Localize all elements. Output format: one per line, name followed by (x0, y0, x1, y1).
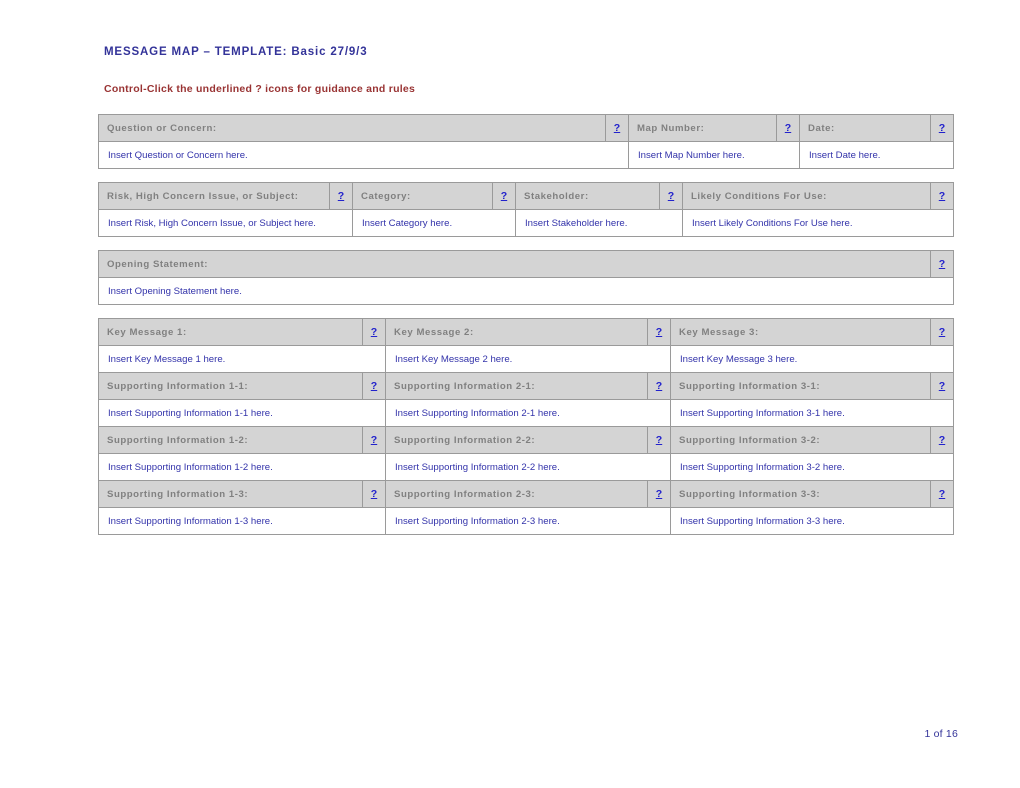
help-icon[interactable]: ? (930, 250, 954, 278)
field-value-supporting-information-1-3[interactable]: Insert Supporting Information 1-3 here. (98, 507, 386, 535)
field-value-risk-high-concern-issue-or-subject[interactable]: Insert Risk, High Concern Issue, or Subj… (98, 209, 353, 237)
field-value-opening-statement[interactable]: Insert Opening Statement here. (98, 277, 954, 305)
table-row: Insert Opening Statement here. (98, 277, 954, 305)
table-row: Key Message 1: ? Key Message 2: ? Key Me… (98, 318, 954, 346)
document-page: MESSAGE MAP – TEMPLATE: Basic 27/9/3 Con… (0, 0, 1020, 788)
field-label-risk-high-concern-issue-or-subject: Risk, High Concern Issue, or Subject: (98, 182, 330, 210)
field-value-key-message-1[interactable]: Insert Key Message 1 here. (98, 345, 386, 373)
field-value-date[interactable]: Insert Date here. (799, 141, 954, 169)
field-value-question-or-concern[interactable]: Insert Question or Concern here. (98, 141, 629, 169)
field-value-supporting-information-2-1[interactable]: Insert Supporting Information 2-1 here. (385, 399, 671, 427)
help-icon[interactable]: ? (492, 182, 516, 210)
field-value-likely-conditions-for-use[interactable]: Insert Likely Conditions For Use here. (682, 209, 954, 237)
table-row: Supporting Information 1-1: ? Supporting… (98, 372, 954, 400)
field-value-stakeholder[interactable]: Insert Stakeholder here. (515, 209, 683, 237)
field-label-supporting-information-1-3: Supporting Information 1-3: (98, 480, 363, 508)
field-label-supporting-information-3-3: Supporting Information 3-3: (670, 480, 931, 508)
field-label-supporting-information-2-3: Supporting Information 2-3: (385, 480, 648, 508)
table-row: Supporting Information 1-3: ? Supporting… (98, 480, 954, 508)
help-icon[interactable]: ? (647, 372, 671, 400)
help-icon[interactable]: ? (930, 372, 954, 400)
field-value-supporting-information-1-2[interactable]: Insert Supporting Information 1-2 here. (98, 453, 386, 481)
risk-category-table: Risk, High Concern Issue, or Subject: ? … (98, 182, 954, 237)
help-icon[interactable]: ? (362, 480, 386, 508)
help-icon[interactable]: ? (659, 182, 683, 210)
page-number: 1 of 16 (924, 728, 958, 740)
instruction-note: Control-Click the underlined ? icons for… (104, 83, 416, 95)
help-icon[interactable]: ? (930, 318, 954, 346)
help-icon[interactable]: ? (930, 114, 954, 142)
table-row: Insert Key Message 1 here. Insert Key Me… (98, 345, 954, 373)
field-value-key-message-2[interactable]: Insert Key Message 2 here. (385, 345, 671, 373)
table-row: Insert Supporting Information 1-1 here. … (98, 399, 954, 427)
table-row: Question or Concern: ? Map Number: ? Dat… (98, 114, 954, 142)
field-label-supporting-information-2-2: Supporting Information 2-2: (385, 426, 648, 454)
field-label-stakeholder: Stakeholder: (515, 182, 660, 210)
field-label-key-message-3: Key Message 3: (670, 318, 931, 346)
field-value-supporting-information-2-2[interactable]: Insert Supporting Information 2-2 here. (385, 453, 671, 481)
field-label-supporting-information-1-2: Supporting Information 1-2: (98, 426, 363, 454)
field-value-supporting-information-2-3[interactable]: Insert Supporting Information 2-3 here. (385, 507, 671, 535)
field-value-supporting-information-3-3[interactable]: Insert Supporting Information 3-3 here. (670, 507, 954, 535)
opening-statement-table: Opening Statement: ? Insert Opening Stat… (98, 250, 954, 305)
field-label-key-message-1: Key Message 1: (98, 318, 363, 346)
table-row: Opening Statement: ? (98, 250, 954, 278)
help-icon[interactable]: ? (329, 182, 353, 210)
table-row: Risk, High Concern Issue, or Subject: ? … (98, 182, 954, 210)
field-label-likely-conditions-for-use: Likely Conditions For Use: (682, 182, 931, 210)
help-icon[interactable]: ? (362, 426, 386, 454)
question-concern-table: Question or Concern: ? Map Number: ? Dat… (98, 114, 954, 169)
field-label-opening-statement: Opening Statement: (98, 250, 931, 278)
table-row: Insert Supporting Information 1-3 here. … (98, 507, 954, 535)
field-value-supporting-information-1-1[interactable]: Insert Supporting Information 1-1 here. (98, 399, 386, 427)
help-icon[interactable]: ? (647, 480, 671, 508)
help-icon[interactable]: ? (647, 426, 671, 454)
field-label-question-or-concern: Question or Concern: (98, 114, 606, 142)
table-row: Insert Supporting Information 1-2 here. … (98, 453, 954, 481)
help-icon[interactable]: ? (776, 114, 800, 142)
help-icon[interactable]: ? (647, 318, 671, 346)
field-value-map-number[interactable]: Insert Map Number here. (628, 141, 800, 169)
field-label-category: Category: (352, 182, 493, 210)
field-label-date: Date: (799, 114, 931, 142)
help-icon[interactable]: ? (930, 480, 954, 508)
field-label-map-number: Map Number: (628, 114, 777, 142)
field-label-supporting-information-3-1: Supporting Information 3-1: (670, 372, 931, 400)
help-icon[interactable]: ? (362, 318, 386, 346)
field-label-supporting-information-1-1: Supporting Information 1-1: (98, 372, 363, 400)
field-label-key-message-2: Key Message 2: (385, 318, 648, 346)
field-value-key-message-3[interactable]: Insert Key Message 3 here. (670, 345, 954, 373)
field-label-supporting-information-2-1: Supporting Information 2-1: (385, 372, 648, 400)
page-title: MESSAGE MAP – TEMPLATE: Basic 27/9/3 (104, 46, 368, 58)
field-value-supporting-information-3-1[interactable]: Insert Supporting Information 3-1 here. (670, 399, 954, 427)
table-row: Insert Risk, High Concern Issue, or Subj… (98, 209, 954, 237)
field-value-supporting-information-3-2[interactable]: Insert Supporting Information 3-2 here. (670, 453, 954, 481)
help-icon[interactable]: ? (605, 114, 629, 142)
field-label-supporting-information-3-2: Supporting Information 3-2: (670, 426, 931, 454)
help-icon[interactable]: ? (930, 182, 954, 210)
key-message-table: Key Message 1: ? Key Message 2: ? Key Me… (98, 318, 954, 535)
table-row: Supporting Information 1-2: ? Supporting… (98, 426, 954, 454)
table-row: Insert Question or Concern here. Insert … (98, 141, 954, 169)
help-icon[interactable]: ? (930, 426, 954, 454)
help-icon[interactable]: ? (362, 372, 386, 400)
field-value-category[interactable]: Insert Category here. (352, 209, 516, 237)
